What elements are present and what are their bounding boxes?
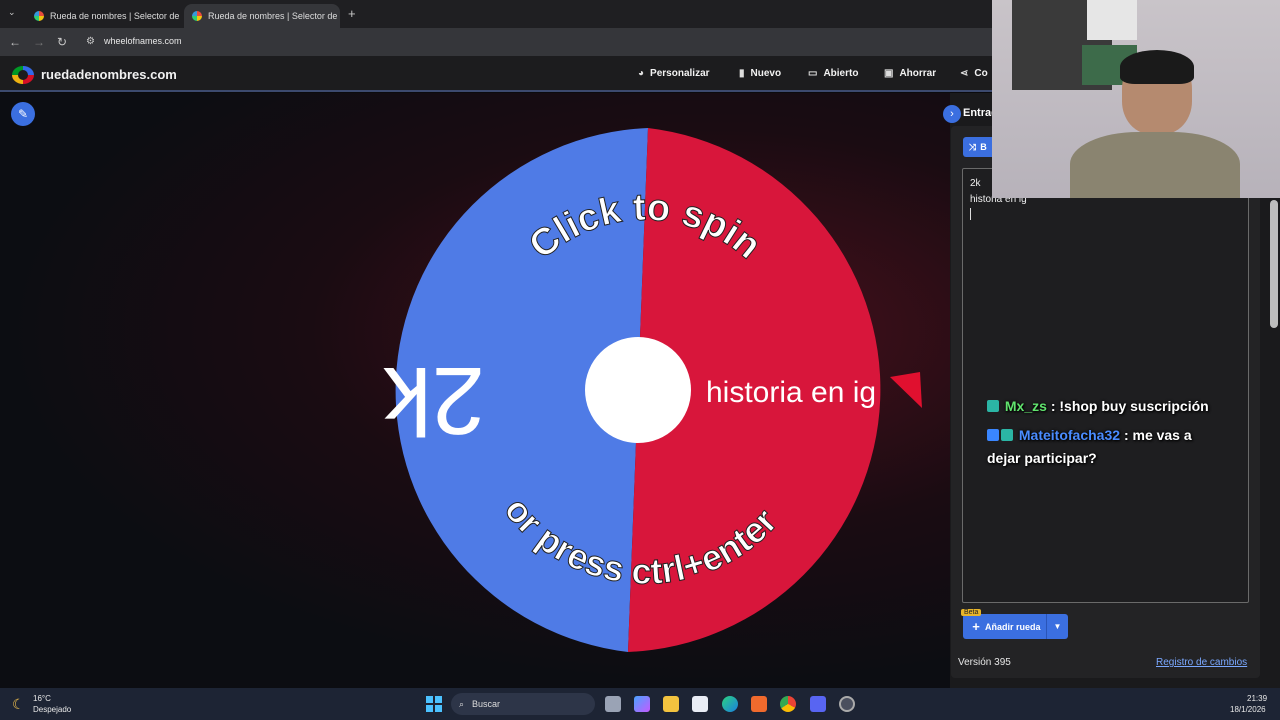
changelog-link[interactable]: Registro de cambios bbox=[1156, 657, 1247, 668]
copilot-icon[interactable] bbox=[634, 696, 650, 712]
wheel-pointer-icon bbox=[890, 372, 922, 408]
chrome-icon[interactable] bbox=[780, 696, 796, 712]
weather-desc[interactable]: Despejado bbox=[33, 705, 71, 714]
palette-icon: ◕ bbox=[638, 68, 645, 79]
badge-icon bbox=[987, 400, 999, 412]
chat-username: Mateitofacha32 bbox=[1018, 427, 1121, 443]
favicon-icon bbox=[34, 11, 44, 21]
edit-pencil-button[interactable]: ✎ bbox=[11, 102, 35, 126]
new-tab-button[interactable]: + bbox=[348, 6, 356, 21]
beta-badge: Beta bbox=[961, 609, 982, 616]
tab-list-icon[interactable]: ⌄ bbox=[8, 7, 16, 18]
chat-text: : me vas a bbox=[1123, 427, 1192, 443]
plus-icon: + bbox=[972, 619, 980, 634]
weather-temp[interactable]: 16°C bbox=[33, 694, 51, 703]
shuffle-label: B bbox=[980, 142, 987, 152]
site-brand[interactable]: ruedadenombres.com bbox=[41, 67, 177, 82]
task-view-icon[interactable] bbox=[605, 696, 621, 712]
favicon-icon bbox=[192, 11, 202, 21]
segment-label-2k: 2k bbox=[383, 347, 485, 454]
forward-icon[interactable]: → bbox=[33, 35, 45, 49]
chat-text-continued: dejar participar? bbox=[987, 450, 1097, 466]
weather-moon-icon[interactable]: ☾ bbox=[12, 696, 25, 713]
clock-time[interactable]: 21:39 bbox=[1247, 694, 1267, 703]
new-button[interactable]: ▮ Nuevo bbox=[739, 68, 781, 79]
entry-line: 2k bbox=[970, 178, 981, 189]
windows-start-icon[interactable] bbox=[426, 696, 442, 712]
chat-message: Mx_zs : !shop buy suscripción bbox=[987, 398, 1209, 414]
save-icon: ▣ bbox=[884, 68, 894, 79]
save-label: Ahorrar bbox=[899, 68, 937, 79]
share-icon: ⋖ bbox=[960, 68, 969, 79]
customize-label: Personalizar bbox=[650, 68, 710, 79]
dropdown-arrow-icon[interactable]: ▼ bbox=[1046, 614, 1068, 639]
site-info-icon[interactable]: ⚙ bbox=[86, 36, 95, 47]
edge-icon[interactable] bbox=[722, 696, 738, 712]
tab-title: Rueda de nombres | Selector de bbox=[208, 11, 338, 21]
logo-icon[interactable] bbox=[12, 66, 34, 84]
entries-textarea[interactable] bbox=[962, 168, 1249, 603]
panel-scrollbar[interactable] bbox=[1270, 200, 1278, 328]
wheel-center-hub[interactable] bbox=[585, 337, 691, 443]
share-button[interactable]: ⋖ Co bbox=[960, 68, 988, 79]
tab-title: Rueda de nombres | Selector de bbox=[50, 11, 180, 21]
badge-icon bbox=[1001, 429, 1013, 441]
wheel[interactable]: 2k historia en ig Click to spin or press… bbox=[370, 122, 930, 662]
search-label: Buscar bbox=[472, 699, 501, 709]
search-icon: ⌕ bbox=[459, 698, 465, 709]
taskbar-search[interactable]: ⌕ Buscar bbox=[451, 693, 595, 715]
chat-username: Mx_zs bbox=[1004, 398, 1047, 414]
person-hair bbox=[1120, 50, 1194, 84]
share-label: Co bbox=[974, 68, 988, 79]
open-button[interactable]: ▭ Abierto bbox=[808, 68, 858, 79]
segment-label-historia: historia en ig bbox=[706, 376, 876, 409]
url-field[interactable]: wheelofnames.com bbox=[104, 36, 182, 46]
collapse-chevron-icon[interactable]: › bbox=[943, 105, 961, 123]
folder-icon: ▭ bbox=[808, 68, 818, 79]
add-wheel-button[interactable]: + Añadir rueda ▼ bbox=[963, 614, 1068, 639]
reload-icon[interactable]: ↻ bbox=[57, 35, 67, 49]
app-icon[interactable] bbox=[839, 696, 855, 712]
back-icon[interactable]: ← bbox=[9, 35, 21, 49]
webcam-overlay bbox=[992, 0, 1280, 198]
badge-icon bbox=[987, 429, 999, 441]
customize-button[interactable]: ◕ Personalizar bbox=[638, 68, 710, 79]
browser-tab-1[interactable]: Rueda de nombres | Selector de ✕ bbox=[26, 4, 182, 28]
pencil-icon: ✎ bbox=[17, 107, 29, 121]
save-button[interactable]: ▣ Ahorrar bbox=[884, 68, 936, 79]
new-label: Nuevo bbox=[750, 68, 782, 79]
text-cursor bbox=[970, 208, 971, 220]
discord-icon[interactable] bbox=[810, 696, 826, 712]
shuffle-icon: ⤨ bbox=[969, 141, 977, 152]
poster-image bbox=[1087, 0, 1137, 40]
browser-tab-2[interactable]: Rueda de nombres | Selector de ✕ bbox=[184, 4, 340, 28]
add-wheel-label: Añadir rueda bbox=[985, 621, 1041, 632]
file-icon: ▮ bbox=[739, 68, 745, 79]
person-body bbox=[1070, 132, 1240, 198]
chat-message: Mateitofacha32 : me vas a bbox=[987, 427, 1192, 443]
version-text: Versión 395 bbox=[958, 657, 1011, 668]
file-explorer-icon[interactable] bbox=[663, 696, 679, 712]
clock-date[interactable]: 18/1/2026 bbox=[1230, 705, 1266, 714]
open-label: Abierto bbox=[823, 68, 859, 79]
store-icon[interactable] bbox=[692, 696, 708, 712]
chat-text: : !shop buy suscripción bbox=[1050, 398, 1209, 414]
brave-icon[interactable] bbox=[751, 696, 767, 712]
